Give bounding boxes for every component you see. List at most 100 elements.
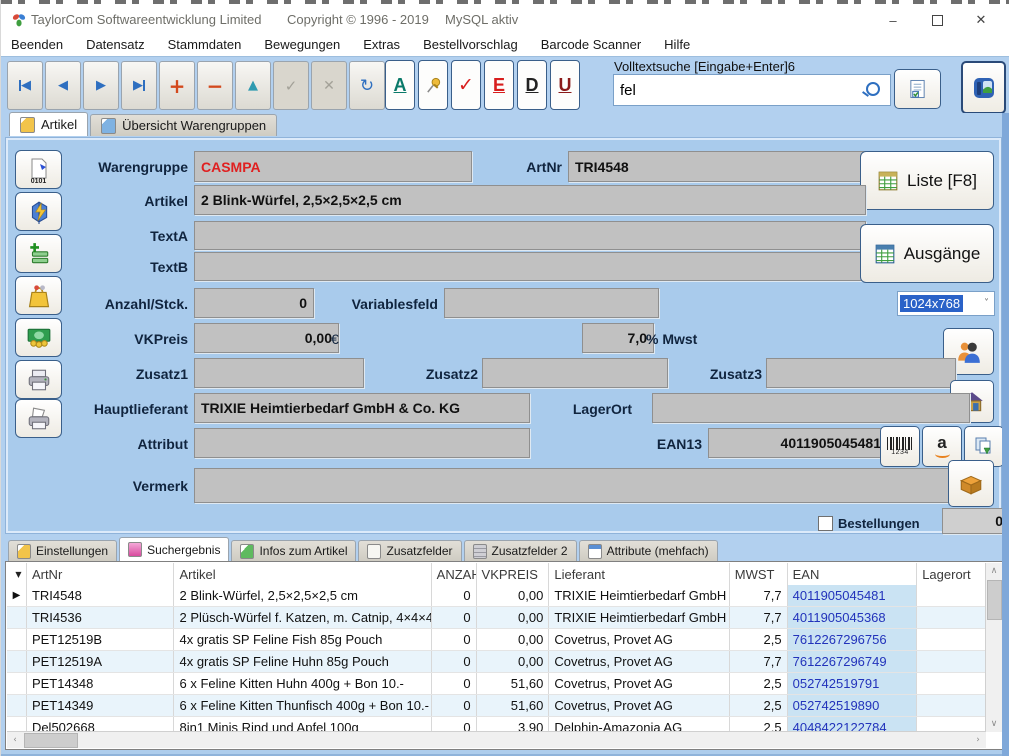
- first-record-button[interactable]: ◀: [7, 61, 43, 110]
- scroll-right-icon[interactable]: ›: [970, 732, 986, 748]
- cell-lagerort: [917, 629, 986, 650]
- triangle-up-icon: ▲: [248, 78, 258, 93]
- cell-anzahl: 0: [432, 717, 477, 732]
- col-anzahl[interactable]: ANZAHL: [432, 563, 477, 585]
- cell-lagerort: [917, 717, 986, 732]
- menu-item-datensatz[interactable]: Datensatz: [86, 37, 145, 52]
- artikel-field[interactable]: 2 Blink-Würfel, 2,5×2,5×2,5 cm: [194, 185, 866, 215]
- edit-record-button[interactable]: ▲: [235, 61, 271, 110]
- anzahl-field[interactable]: 0: [194, 288, 314, 318]
- search-results-table: ▼ ArtNr Artikel ANZAHL VKPREIS Lieferant…: [5, 561, 1004, 750]
- variablesfeld-field[interactable]: [444, 288, 659, 318]
- tab-suchergebnis[interactable]: Suchergebnis: [119, 537, 229, 561]
- col-mwst[interactable]: MWST: [730, 563, 788, 585]
- liste-button[interactable]: Liste [F8]: [860, 151, 994, 210]
- tab-zusatzfelder-2[interactable]: Zusatzfelder 2: [464, 540, 577, 561]
- hscroll-thumb[interactable]: [24, 733, 78, 748]
- table-row[interactable]: ▶ PET14349 6 x Feline Kitten Thunfisch 4…: [7, 695, 986, 717]
- col-artnr[interactable]: ArtNr: [27, 563, 175, 585]
- cell-ean: 052742519890: [788, 695, 918, 716]
- menu-item-barcode-scanner[interactable]: Barcode Scanner: [541, 37, 641, 52]
- textb-field[interactable]: [194, 252, 866, 281]
- table-row[interactable]: ▶ PET12519A 4x gratis SP Feline Huhn 85g…: [7, 651, 986, 673]
- col-artikel[interactable]: Artikel: [174, 563, 431, 585]
- notebook-blue-icon: [101, 118, 116, 134]
- hauptlieferant-label: Hauptlieferant: [16, 401, 188, 417]
- tab-zusatzfelder[interactable]: Zusatzfelder: [358, 540, 461, 561]
- resolution-combobox[interactable]: 1024x768 ˅: [897, 291, 995, 316]
- col-lieferant[interactable]: Lieferant: [549, 563, 729, 585]
- vermerk-field[interactable]: [194, 468, 960, 503]
- cell-artnr: PET12519B: [27, 629, 175, 650]
- fulltext-search-input[interactable]: [618, 76, 862, 104]
- ean13-field[interactable]: 4011905045481: [708, 428, 888, 458]
- letter-e-button[interactable]: E: [484, 60, 514, 110]
- hauptlieferant-field[interactable]: TRIXIE Heimtierbedarf GmbH & Co. KG: [194, 393, 530, 423]
- warengruppe-field[interactable]: CASMPA: [194, 151, 472, 182]
- tab-uebersicht-warengruppen[interactable]: Übersicht Warengruppen: [90, 114, 277, 136]
- tab-infos-zum-artikel[interactable]: Infos zum Artikel: [231, 540, 356, 561]
- table-row[interactable]: ▶ PET12519B 4x gratis SP Feline Fish 85g…: [7, 629, 986, 651]
- menu-item-stammdaten[interactable]: Stammdaten: [168, 37, 242, 52]
- table-row[interactable]: ▶ PET14348 6 x Feline Kitten Huhn 400g +…: [7, 673, 986, 695]
- scroll-down-icon[interactable]: ∨: [986, 716, 1002, 732]
- table-list-icon: [877, 170, 899, 192]
- delete-record-button[interactable]: −: [197, 61, 233, 110]
- app-icon: [11, 12, 27, 28]
- mwst-field[interactable]: 7,0: [582, 323, 654, 353]
- attribut-field[interactable]: [194, 428, 530, 458]
- scroll-left-icon[interactable]: ‹: [7, 732, 23, 748]
- ausgaenge-button[interactable]: Ausgänge: [860, 224, 994, 283]
- letter-d-button[interactable]: D: [517, 60, 547, 110]
- minimize-button[interactable]: –: [873, 8, 913, 32]
- barcode-button[interactable]: 1234: [880, 426, 920, 467]
- table-row[interactable]: ▶ TRI4548 2 Blink-Würfel, 2,5×2,5×2,5 cm…: [7, 585, 986, 607]
- horizontal-scrollbar[interactable]: ‹ ›: [7, 731, 986, 748]
- last-record-button[interactable]: ▶: [121, 61, 157, 110]
- cell-lagerort: [917, 651, 986, 672]
- header-filter-cell[interactable]: ▼: [7, 563, 27, 585]
- cell-artikel: 2 Blink-Würfel, 2,5×2,5×2,5 cm: [174, 585, 431, 606]
- tab-attribute-mehrfach[interactable]: Attribute (mehfach): [579, 540, 718, 561]
- fulltext-search-label: Volltextsuche [Eingabe+Enter]6: [614, 59, 795, 74]
- col-vkpreis[interactable]: VKPREIS: [477, 563, 550, 585]
- refresh-button[interactable]: ↻: [349, 61, 385, 110]
- cell-lieferant: Delphin-Amazonia AG: [549, 717, 729, 732]
- vertical-scrollbar[interactable]: ∧ ∨: [985, 563, 1002, 732]
- menu-item-bewegungen[interactable]: Bewegungen: [264, 37, 340, 52]
- pin-button[interactable]: [418, 60, 448, 110]
- cell-mwst: 2,5: [730, 673, 788, 694]
- menu-item-beenden[interactable]: Beenden: [11, 37, 63, 52]
- result-tab-bar: Einstellungen Suchergebnis Infos zum Art…: [1, 538, 1009, 561]
- menu-item-hilfe[interactable]: Hilfe: [664, 37, 690, 52]
- maximize-button[interactable]: [917, 8, 957, 32]
- next-record-button[interactable]: ▶: [83, 61, 119, 110]
- box-button[interactable]: [948, 460, 994, 507]
- menu-item-bestellvorschlag[interactable]: Bestellvorschlag: [423, 37, 518, 52]
- plus-icon: +: [169, 74, 186, 98]
- zusatz1-field[interactable]: [194, 358, 364, 388]
- vscroll-thumb[interactable]: [987, 580, 1002, 620]
- close-button[interactable]: ✕: [961, 8, 1001, 32]
- col-lagerort[interactable]: Lagerort: [917, 563, 986, 585]
- menu-item-extras[interactable]: Extras: [363, 37, 400, 52]
- table-row[interactable]: ▶ TRI4536 2 Plüsch-Würfel f. Katzen, m. …: [7, 607, 986, 629]
- tab-artikel[interactable]: Artikel: [9, 112, 88, 136]
- check-button[interactable]: ✓: [451, 60, 481, 110]
- col-ean[interactable]: EAN: [788, 563, 918, 585]
- tab-einstellungen[interactable]: Einstellungen: [8, 540, 117, 561]
- prior-record-button[interactable]: ◀: [45, 61, 81, 110]
- bestellungen-checkbox[interactable]: [818, 516, 833, 531]
- texta-field[interactable]: [194, 221, 866, 250]
- table-row[interactable]: ▶ Del502668 8in1 Minis Rind und Apfel 10…: [7, 717, 986, 732]
- scroll-up-icon[interactable]: ∧: [986, 563, 1002, 579]
- vkpreis-field[interactable]: 0,00: [194, 323, 339, 353]
- letter-a-button[interactable]: A: [385, 60, 415, 110]
- insert-record-button[interactable]: +: [159, 61, 195, 110]
- zusatz2-field[interactable]: [482, 358, 668, 388]
- zusatz3-field[interactable]: [766, 358, 956, 388]
- letter-u-button[interactable]: U: [550, 60, 580, 110]
- checklist-button[interactable]: [894, 69, 941, 109]
- lagerort-field[interactable]: [652, 393, 970, 423]
- exit-button[interactable]: [961, 61, 1006, 114]
